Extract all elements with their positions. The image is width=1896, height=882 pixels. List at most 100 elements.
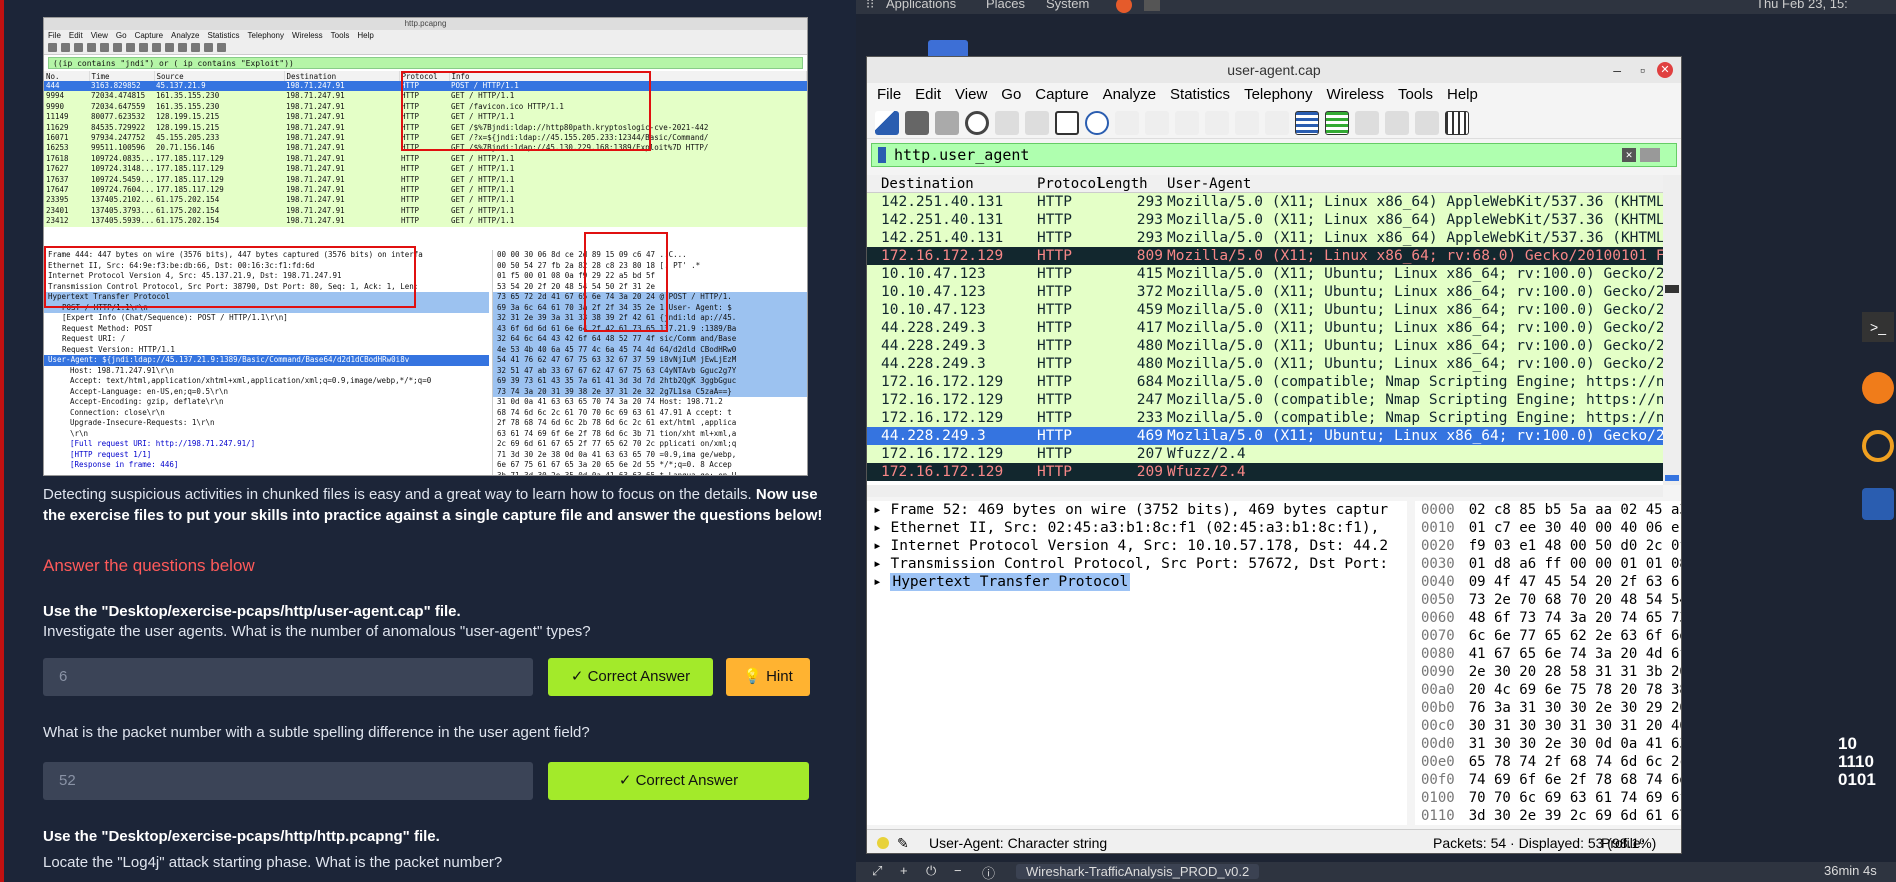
detail-line[interactable]: ▸ Transmission Control Protocol, Src Por… [867, 555, 1407, 573]
packet-row[interactable]: 10.10.47.123 HTTP 372 Mozilla/5.0 (X11; Ubu… [867, 283, 1663, 301]
packet-row[interactable]: 142.251.40.131 HTTP 293 Mozilla/5.0 (X11; L… [867, 229, 1663, 247]
firefox-icon[interactable] [1862, 372, 1894, 404]
col-destination[interactable]: Destination [881, 175, 974, 193]
col-protocol[interactable]: Protocol [1037, 175, 1104, 193]
packet-row[interactable]: 44.228.249.3 HTTP 480 Mozilla/5.0 (X11; Ubu… [867, 355, 1663, 373]
save-icon[interactable] [1025, 110, 1049, 135]
clear-filter-icon[interactable]: ✕ [1622, 148, 1636, 162]
embedded-detail-line: Upgrade-Insecure-Requests: 1\r\n [70, 418, 215, 427]
detail-line[interactable]: ▸ Internet Protocol Version 4, Src: 10.1… [867, 537, 1407, 555]
colorize-icon[interactable] [1325, 110, 1349, 135]
detail-line[interactable]: ▸ Hypertext Transfer Protocol [867, 573, 1407, 591]
restart-icon[interactable] [935, 110, 959, 135]
packet-row[interactable]: 172.16.172.129 HTTP 809 Mozilla/5.0 (X11; L… [867, 247, 1663, 265]
col-length[interactable]: Length [1097, 175, 1148, 193]
horizontal-scrollbar[interactable] [867, 485, 1663, 497]
menu-statistics[interactable]: Statistics [1170, 86, 1230, 103]
detail-line[interactable]: ▸ Frame 52: 469 bytes on wire (3752 bits… [867, 501, 1407, 519]
menu-tools[interactable]: Tools [1398, 86, 1433, 103]
embedded-menu-file: File [48, 31, 61, 40]
first-icon[interactable] [1235, 110, 1259, 135]
info-icon[interactable]: ⓘ [982, 863, 995, 882]
menu-places[interactable]: Places [986, 0, 1025, 11]
goto-icon[interactable] [1205, 110, 1229, 135]
embedded-menu-wireless: Wireless [292, 31, 323, 40]
last-icon[interactable] [1265, 110, 1289, 135]
menu-analyze[interactable]: Analyze [1103, 86, 1156, 103]
menu-telephony[interactable]: Telephony [1244, 86, 1312, 103]
resize-columns-icon[interactable] [1445, 110, 1469, 135]
zoom-out-icon[interactable] [1385, 110, 1409, 135]
forward-icon[interactable] [1175, 110, 1199, 135]
packet-row[interactable]: 172.16.172.129 HTTP 684 Mozilla/5.0 (compat… [867, 373, 1663, 391]
open-icon[interactable] [995, 110, 1019, 135]
q1-hint-button[interactable]: 💡 Hint [726, 658, 810, 696]
q2-answer-field[interactable]: 52 [43, 762, 533, 800]
back-icon[interactable] [1145, 110, 1169, 135]
packet-cell-ua: Mozlila/5.0 (X11; Ubuntu; Linux x86_64; … [1167, 428, 1663, 444]
taskbar-task[interactable]: Wireshark-TrafficAnalysis_PROD_v0.2 [1016, 864, 1260, 879]
packet-row[interactable]: 172.16.172.129 HTTP 209 Wfuzz/2.4 [867, 463, 1663, 481]
edit-comment-icon[interactable]: ✎ [897, 830, 909, 853]
packet-row[interactable]: 44.228.249.3 HTTP 469 Mozlila/5.0 (X11; Ubu… [867, 427, 1663, 445]
q1-correct-button[interactable]: ✓ Correct Answer [548, 658, 713, 696]
close-file-icon[interactable] [1055, 110, 1079, 135]
minus-icon[interactable]: − [954, 863, 962, 878]
minimize-icon[interactable]: – [1613, 57, 1621, 83]
packet-row[interactable]: 172.16.172.129 HTTP 207 Wfuzz/2.4 [867, 445, 1663, 463]
packet-cell-ua: Mozilla/5.0 (X11; Linux x86_64) AppleWeb… [1167, 194, 1663, 210]
detail-line[interactable]: ▸ Ethernet II, Src: 02:45:a3:b1:8c:f1 (0… [867, 519, 1407, 537]
reload-icon[interactable] [1085, 110, 1109, 135]
stop-icon[interactable] [905, 110, 929, 135]
q2-correct-button[interactable]: ✓ Correct Answer [548, 762, 809, 800]
normal-size-icon[interactable] [1415, 110, 1439, 135]
embedded-hex-line: 31 0d 0a 41 63 63 65 70 74 3a 20 74 Host… [497, 397, 723, 406]
wireshark-icon[interactable] [1862, 488, 1894, 520]
autoscroll-icon[interactable] [1295, 110, 1319, 135]
display-filter-input[interactable]: http.user_agent ✕ [871, 143, 1677, 167]
options-icon[interactable] [965, 110, 989, 135]
find-icon[interactable] [1115, 110, 1139, 135]
zoom-in-icon[interactable] [1355, 110, 1379, 135]
menu-go[interactable]: Go [1001, 86, 1021, 103]
hex-line: 00b076 3a 31 30 30 2e 30 29 20 47 65 63 … [1421, 700, 1681, 716]
maximize-icon[interactable]: ▫ [1640, 57, 1645, 83]
embedded-packet-row: 17637 109724.5459... 177.185.117.129 198.71… [44, 174, 807, 186]
menu-system[interactable]: System [1046, 0, 1089, 11]
apply-filter-icon[interactable] [1640, 148, 1660, 162]
packet-row[interactable]: 142.251.40.131 HTTP 293 Mozilla/5.0 (X11; L… [867, 193, 1663, 211]
packet-cell-ua: Mozilla/5.0 (compatible; Nmap Scripting … [1167, 392, 1663, 408]
close-icon[interactable]: ✕ [1657, 62, 1673, 78]
menu-applications[interactable]: Applications [886, 0, 956, 11]
shark-fin-icon[interactable] [875, 110, 899, 135]
packet-row[interactable]: 142.251.40.131 HTTP 293 Mozilla/5.0 (X11; L… [867, 211, 1663, 229]
terminal-icon[interactable]: >_ [1862, 312, 1894, 342]
packet-row[interactable]: 172.16.172.129 HTTP 247 Mozilla/5.0 (compat… [867, 391, 1663, 409]
packet-row[interactable]: 10.10.47.123 HTTP 459 Mozilla/5.0 (X11; Ubu… [867, 301, 1663, 319]
menu-capture[interactable]: Capture [1035, 86, 1088, 103]
hex-line: 00e065 78 74 2f 68 74 6d 6c 2c 61 70 70 … [1421, 754, 1681, 770]
menu-wireless[interactable]: Wireless [1326, 86, 1384, 103]
packet-list-scrollbar[interactable] [1663, 175, 1681, 485]
packet-cell-proto: HTTP [1037, 446, 1072, 462]
chromium-icon[interactable] [1862, 430, 1894, 462]
q1-answer-field[interactable]: 6 [43, 658, 533, 696]
embedded-hex-line: 32 51 47 ab 33 67 67 62 47 67 75 63 C4yN… [493, 365, 807, 376]
packet-row[interactable]: 44.228.249.3 HTTP 480 Mozilla/5.0 (X11; Ubu… [867, 337, 1663, 355]
expand-icon[interactable]: ⤢ [872, 863, 882, 879]
packet-row[interactable]: 172.16.172.129 HTTP 233 Mozilla/5.0 (compat… [867, 409, 1663, 427]
packet-row[interactable]: 10.10.47.123 HTTP 415 Mozilla/5.0 (X11; Ubu… [867, 265, 1663, 283]
add-icon[interactable]: + [900, 863, 908, 878]
packet-cell-dst: 44.228.249.3 [881, 356, 986, 372]
col-user-agent[interactable]: User-Agent [1167, 175, 1251, 193]
menu-view[interactable]: View [955, 86, 987, 103]
packet-cell-len: 293 [1136, 212, 1163, 228]
menu-edit[interactable]: Edit [915, 86, 941, 103]
expert-info-icon[interactable] [877, 837, 889, 849]
main-toolbar [867, 107, 1681, 139]
menu-help[interactable]: Help [1447, 86, 1478, 103]
power-icon[interactable]: ⏻ [926, 863, 936, 879]
packet-row[interactable]: 44.228.249.3 HTTP 417 Mozilla/5.0 (X11; Ubu… [867, 319, 1663, 337]
status-profile[interactable]: Profile: Default [1601, 830, 1681, 853]
menu-file[interactable]: File [877, 86, 901, 103]
